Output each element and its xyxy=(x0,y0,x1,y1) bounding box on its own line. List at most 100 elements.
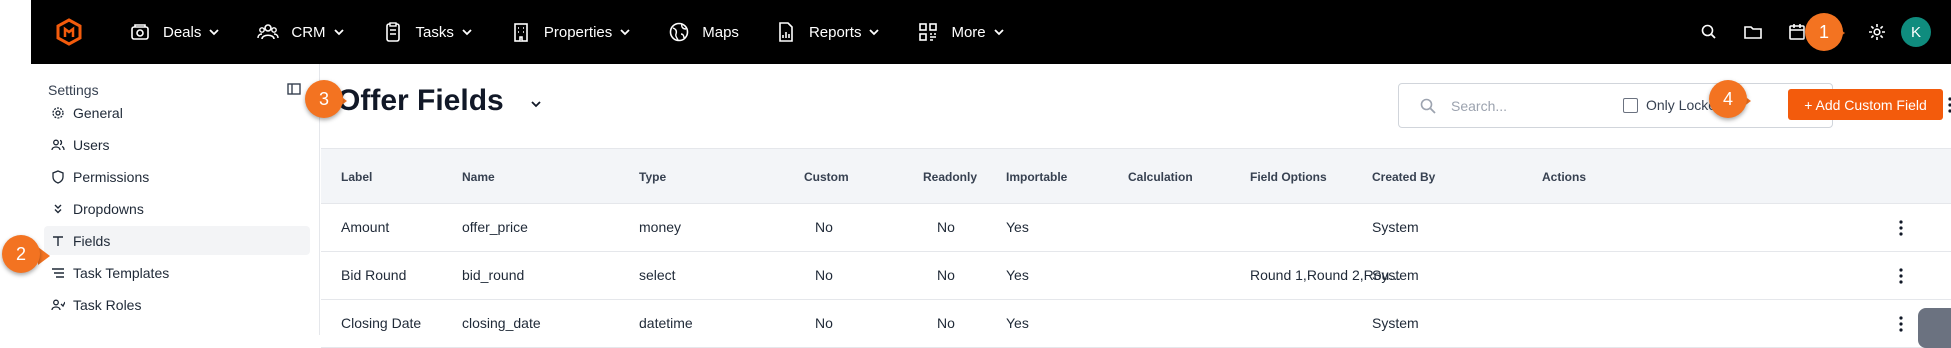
dropdown-icon xyxy=(54,204,62,213)
nav-crm[interactable]: CRM xyxy=(257,21,345,43)
user-avatar[interactable]: K xyxy=(1901,17,1931,47)
cell-name: closing_date xyxy=(462,315,541,331)
cell-name: bid_round xyxy=(462,267,525,283)
sidebar-item-label: Fields xyxy=(73,232,111,249)
cell-readonly: No xyxy=(937,315,955,331)
column-header: Actions xyxy=(1542,170,1587,184)
nav-maps[interactable]: Maps xyxy=(668,21,739,43)
nav-properties[interactable]: Properties xyxy=(510,21,632,43)
cell-created-by: System xyxy=(1372,219,1419,235)
table-header: Label Name Type Custom Readonly Importab… xyxy=(321,148,1951,204)
row-actions-icon[interactable] xyxy=(1899,268,1903,284)
only-locked-label: Only Locke xyxy=(1646,97,1717,113)
crm-icon xyxy=(257,24,280,40)
sidebar-item-label: General xyxy=(73,104,123,121)
callout-4: 4 xyxy=(1709,80,1747,118)
cell-created-by: System xyxy=(1372,315,1419,331)
row-actions-icon[interactable] xyxy=(1899,316,1903,332)
more-icon xyxy=(919,23,938,41)
sidebar-item-label: Permissions xyxy=(73,168,150,185)
cell-importable: Yes xyxy=(1006,315,1029,331)
search-icon[interactable] xyxy=(1699,22,1719,42)
cell-type: select xyxy=(639,267,676,283)
sidebar-item-permissions[interactable]: Permissions xyxy=(44,162,310,191)
chevron-down-icon xyxy=(620,29,630,36)
column-header[interactable]: Label xyxy=(341,170,372,184)
nav-reports[interactable]: Reports xyxy=(775,21,882,43)
chevron-down-icon xyxy=(994,29,1004,36)
column-header[interactable]: Importable xyxy=(1006,170,1067,184)
column-header[interactable]: Calculation xyxy=(1128,170,1193,184)
table-row[interactable]: Bid Round bid_round select No No Yes Rou… xyxy=(321,252,1951,300)
cell-custom: No xyxy=(815,267,833,283)
sidebar-title: Settings xyxy=(48,82,99,98)
table-row[interactable]: Amount offer_price money No No Yes Syste… xyxy=(321,204,1951,252)
search-input[interactable] xyxy=(1451,96,1631,116)
sidebar-collapse-icon[interactable] xyxy=(287,82,301,96)
chevron-down-icon[interactable] xyxy=(529,97,543,111)
chevron-down-icon xyxy=(209,29,219,36)
nav-maps-label: Maps xyxy=(702,23,739,41)
cell-importable: Yes xyxy=(1006,267,1029,283)
only-locked-checkbox[interactable] xyxy=(1623,98,1638,113)
sidebar-item-label: Task Roles xyxy=(73,296,142,313)
sidebar-item-label: Dropdowns xyxy=(73,200,144,217)
cell-type: money xyxy=(639,219,682,235)
sidebar-item-users[interactable]: Users xyxy=(44,130,310,159)
gear-icon xyxy=(52,106,64,119)
sidebar-item-task-roles[interactable]: Task Roles xyxy=(44,290,310,319)
chevron-down-icon xyxy=(869,29,880,36)
settings-sidebar: Settings General Users Permissions Dropd… xyxy=(31,64,320,335)
tasks-icon xyxy=(385,22,400,42)
search-bar: Only Locke xyxy=(1398,83,1833,128)
nav-more-label: More xyxy=(951,23,986,41)
column-header[interactable]: Custom xyxy=(804,170,849,184)
column-header[interactable]: Created By xyxy=(1372,170,1435,184)
properties-icon xyxy=(514,23,528,42)
app-frame: Deals CRM Tasks Properties Maps Reports … xyxy=(2,0,1951,348)
cell-label: Closing Date xyxy=(341,315,422,331)
cell-label: Bid Round xyxy=(341,267,407,283)
add-custom-field-button[interactable]: + Add Custom Field xyxy=(1788,89,1943,120)
sidebar-item-label: Task Templates xyxy=(73,264,170,281)
main-nav: Deals CRM Tasks Properties Maps Reports … xyxy=(129,0,1042,64)
app-logo-icon[interactable] xyxy=(55,18,83,46)
top-navigation-bar: Deals CRM Tasks Properties Maps Reports … xyxy=(31,0,1951,64)
callout-3: 3 xyxy=(305,80,343,118)
cell-label: Amount xyxy=(341,219,390,235)
sidebar-item-general[interactable]: General xyxy=(44,98,310,127)
cell-readonly: No xyxy=(937,267,955,283)
callout-1: 1 xyxy=(1805,13,1843,51)
cell-name: offer_price xyxy=(462,219,528,235)
table-row[interactable]: Closing Date closing_date datetime No No… xyxy=(321,300,1951,348)
chevron-down-icon xyxy=(462,29,472,36)
task-templates-icon xyxy=(52,267,64,278)
row-actions-icon[interactable] xyxy=(1899,220,1903,236)
nav-tasks-label: Tasks xyxy=(415,23,454,41)
gear-icon[interactable] xyxy=(1867,22,1887,42)
nav-tasks[interactable]: Tasks xyxy=(382,21,474,43)
cell-readonly: No xyxy=(937,219,955,235)
floating-action-button[interactable] xyxy=(1918,308,1951,348)
main-content: Offer Fields Only Locke + Add Custom Fie… xyxy=(321,64,1951,348)
column-header[interactable]: Field Options xyxy=(1250,170,1327,184)
nav-reports-label: Reports xyxy=(808,23,862,41)
task-roles-icon xyxy=(51,299,65,310)
reports-icon xyxy=(779,22,793,42)
cell-importable: Yes xyxy=(1006,219,1029,235)
cell-custom: No xyxy=(815,315,833,331)
column-header[interactable]: Type xyxy=(639,170,666,184)
column-header[interactable]: Name xyxy=(462,170,495,184)
search-icon xyxy=(1420,98,1436,114)
nav-deals-label: Deals xyxy=(163,23,202,41)
chevron-down-icon xyxy=(333,29,344,36)
folder-icon[interactable] xyxy=(1743,22,1763,42)
sidebar-item-fields[interactable]: Fields xyxy=(44,226,310,255)
shield-icon xyxy=(52,169,64,184)
nav-more[interactable]: More xyxy=(917,21,1005,43)
column-header[interactable]: Readonly xyxy=(923,170,977,184)
sidebar-item-dropdowns[interactable]: Dropdowns xyxy=(44,194,310,223)
sidebar-item-task-templates[interactable]: Task Templates xyxy=(44,258,310,287)
nav-deals[interactable]: Deals xyxy=(129,21,221,43)
calendar-icon[interactable] xyxy=(1787,22,1807,42)
